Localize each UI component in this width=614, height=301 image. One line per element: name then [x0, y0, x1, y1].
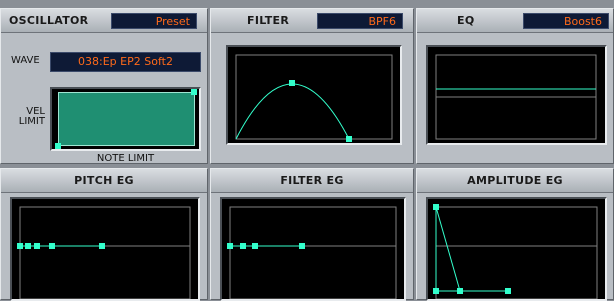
amplitude-eg-attack-edge [435, 207, 508, 292]
amplitude-eg-display[interactable] [426, 197, 607, 301]
filter-curve-graph[interactable] [228, 47, 400, 143]
amplitude-eg-grid-frame [435, 206, 598, 299]
oscillator-header: OSCILLATOR Preset [1, 9, 207, 33]
eq-preset-display[interactable]: Boost6 [523, 13, 609, 29]
oscillator-preset-display[interactable]: Preset [111, 13, 197, 29]
eq-header: EQ Boost6 [417, 9, 613, 33]
wave-label: WAVE [11, 55, 40, 66]
eq-curve-graph[interactable] [428, 47, 605, 143]
filter-eg-grid-frame [229, 206, 397, 299]
amplitude-eg-point-release [505, 288, 511, 294]
filter-peak-handle [289, 80, 295, 86]
pitch-eg-grid-frame [19, 206, 191, 299]
amplitude-eg-header: AMPLITUDE EG [417, 169, 613, 193]
filter-eg-title: FILTER EG [280, 174, 344, 187]
amplitude-eg-panel: AMPLITUDE EG [416, 168, 614, 301]
filter-header: FILTER BPF6 [211, 9, 413, 33]
velocity-handle-top-right[interactable] [191, 89, 197, 95]
filter-eg-panel: FILTER EG [210, 168, 414, 301]
velocity-handle-bottom-left[interactable] [55, 143, 61, 149]
filter-grid-frame [235, 54, 393, 140]
filter-response-curve [235, 83, 350, 140]
oscillator-title: OSCILLATOR [9, 14, 89, 27]
wave-select[interactable]: 038:Ep EP2 Soft2 [50, 52, 201, 72]
filter-eg-graph[interactable] [222, 199, 404, 299]
filter-eg-display[interactable] [220, 197, 406, 301]
pitch-eg-point-5 [99, 243, 105, 249]
eq-display[interactable] [426, 45, 607, 145]
filter-title: FILTER [247, 14, 290, 27]
pitch-eg-header: PITCH EG [1, 169, 207, 193]
filter-eg-point-4 [299, 243, 305, 249]
amplitude-eg-point-peak [433, 204, 439, 210]
pitch-eg-panel: PITCH EG [0, 168, 208, 301]
pitch-eg-graph[interactable] [12, 199, 198, 299]
filter-preset-display[interactable]: BPF6 [317, 13, 403, 29]
velocity-note-display[interactable] [50, 87, 201, 151]
amplitude-eg-decay-line [435, 206, 461, 292]
filter-eg-point-3 [252, 243, 258, 249]
eq-panel: EQ Boost6 [416, 8, 614, 164]
amplitude-eg-title: AMPLITUDE EG [467, 174, 563, 187]
filter-panel: FILTER BPF6 [210, 8, 414, 164]
pitch-eg-point-2 [25, 243, 31, 249]
filter-eg-point-2 [240, 243, 246, 249]
pitch-eg-point-1 [17, 243, 23, 249]
oscillator-panel: OSCILLATOR Preset WAVE 038:Ep EP2 Soft2 … [0, 8, 208, 164]
filter-display[interactable] [226, 45, 402, 145]
eq-title: EQ [457, 14, 475, 27]
vel-limit-label: VEL LIMIT [18, 106, 45, 127]
filter-eg-header: FILTER EG [211, 169, 413, 193]
amplitude-eg-point-start [433, 288, 439, 294]
amplitude-eg-point-sustain [457, 288, 463, 294]
filter-eg-point-1 [227, 243, 233, 249]
filter-cutoff-handle [346, 136, 352, 142]
pitch-eg-display[interactable] [10, 197, 200, 301]
pitch-eg-point-3 [34, 243, 40, 249]
amplitude-eg-graph[interactable] [428, 199, 605, 299]
pitch-eg-title: PITCH EG [74, 174, 134, 187]
velocity-range-box[interactable] [58, 92, 195, 146]
pitch-eg-point-4 [49, 243, 55, 249]
note-limit-label: NOTE LIMIT [96, 153, 155, 164]
